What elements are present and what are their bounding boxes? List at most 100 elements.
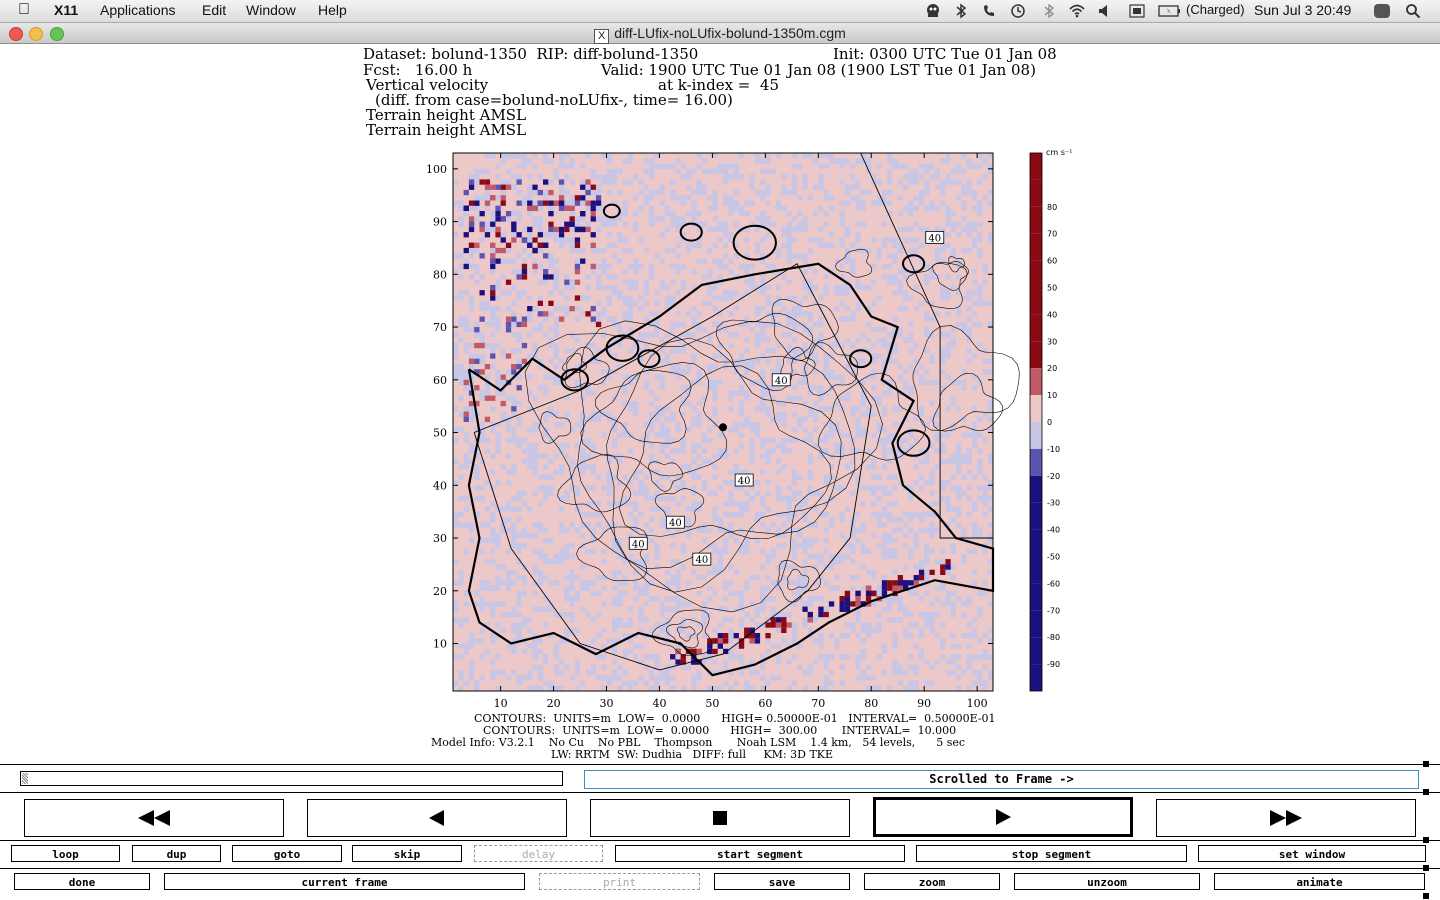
heatmap-cell [495, 258, 501, 264]
menu-edit[interactable]: Edit [202, 2, 226, 18]
heatmap-cell [627, 379, 633, 386]
keyboard-icon[interactable] [1129, 3, 1145, 19]
animate-button[interactable]: animate [1214, 873, 1425, 890]
heatmap-cell [521, 532, 528, 539]
goto-button[interactable]: goto [232, 845, 342, 862]
menu-clock[interactable]: Sun Jul 3 20:49 [1254, 2, 1351, 18]
heatmap-cell [463, 211, 469, 217]
heatmap-cell [966, 448, 972, 454]
heatmap-cell [897, 453, 903, 459]
heatmap-cell [490, 406, 496, 412]
heatmap-cell [950, 337, 956, 343]
ghost-icon[interactable] [925, 3, 941, 19]
frame-slider-thumb[interactable] [22, 773, 28, 784]
heatmap-cell [696, 369, 702, 375]
loop-button[interactable]: loop [11, 845, 120, 862]
resize-handle[interactable] [1423, 789, 1429, 795]
heatmap-cell [627, 311, 633, 317]
heatmap-cell [627, 348, 633, 354]
frame-slider[interactable] [20, 771, 563, 786]
time-machine-icon[interactable] [1010, 3, 1026, 19]
heatmap-cell [881, 580, 888, 586]
heatmap-cell [643, 168, 649, 175]
heatmap-cell [971, 290, 978, 296]
start-segment-button[interactable]: start segment [615, 845, 905, 862]
volume-icon[interactable] [1097, 3, 1113, 19]
skip-button[interactable]: skip [352, 845, 462, 862]
set-window-button[interactable]: set window [1198, 845, 1426, 862]
heatmap-cell [797, 311, 803, 317]
heatmap-cell [786, 253, 792, 259]
step-back-button[interactable] [307, 799, 567, 837]
resize-handle[interactable] [1423, 865, 1429, 871]
done-button[interactable]: done [14, 873, 150, 890]
user-icon[interactable] [1373, 3, 1391, 19]
heatmap-cell [765, 200, 771, 206]
bluetooth-icon[interactable] [953, 3, 969, 19]
play-button[interactable] [873, 797, 1133, 837]
heatmap-cell [564, 411, 570, 417]
heatmap-cell [633, 585, 639, 591]
heatmap-cell [484, 321, 491, 328]
heatmap-cell [813, 617, 819, 623]
heatmap-cell [574, 226, 581, 233]
heatmap-cell [813, 411, 819, 417]
heatmap-cell [601, 311, 607, 317]
heatmap-cell [770, 548, 776, 554]
heatmap-cell [860, 400, 866, 407]
heatmap-cell [590, 390, 596, 396]
print-button[interactable]: print [539, 873, 700, 890]
heatmap-cell [950, 485, 956, 491]
heatmap-cell [712, 511, 718, 517]
resize-handle[interactable] [1423, 837, 1429, 843]
heatmap-cell [468, 242, 475, 248]
heatmap-cell [500, 153, 506, 159]
phone-icon[interactable] [981, 3, 997, 19]
stop-segment-button[interactable]: stop segment [916, 845, 1187, 862]
heatmap-cell [802, 543, 808, 549]
heatmap-cell [453, 559, 459, 565]
heatmap-cell [654, 553, 660, 560]
fast-forward-button[interactable] [1156, 799, 1416, 837]
heatmap-cell [723, 538, 729, 544]
heatmap-cell [813, 638, 819, 644]
current-frame-button[interactable]: current frame [164, 873, 525, 890]
dup-button[interactable]: dup [132, 845, 221, 862]
menu-help[interactable]: Help [318, 2, 347, 18]
zoom-button[interactable]: zoom [864, 873, 1000, 890]
menu-window[interactable]: Window [246, 2, 296, 18]
menu-applications[interactable]: Applications [100, 2, 176, 18]
heatmap-cell [574, 295, 581, 301]
window-title-bar[interactable]: Xdiff-LUfix-noLUfix-bolund-1350m.cgm [0, 23, 1440, 44]
heatmap-cell [966, 247, 972, 254]
heatmap-cell [855, 654, 861, 660]
heatmap-cell [850, 548, 856, 554]
apple-menu-icon[interactable]:  [18, 1, 30, 19]
wifi-icon[interactable] [1069, 3, 1085, 19]
resize-handle[interactable] [1423, 893, 1429, 899]
heatmap-cell [818, 179, 824, 185]
heatmap-cell [945, 506, 951, 512]
save-button[interactable]: save [714, 873, 850, 890]
heatmap-cell [966, 453, 972, 459]
heatmap-cell [781, 332, 787, 338]
heatmap-cell [855, 675, 861, 681]
bluetooth-icon[interactable] [1041, 3, 1057, 19]
heatmap-cell [786, 237, 792, 243]
heatmap-cell [791, 237, 798, 243]
delay-button[interactable]: delay [474, 845, 603, 862]
resize-handle[interactable] [1423, 761, 1429, 767]
heatmap-cell [633, 221, 639, 227]
battery-icon[interactable] [1158, 3, 1182, 19]
unzoom-button[interactable]: unzoom [1014, 873, 1200, 890]
fast-rewind-button[interactable] [24, 799, 284, 837]
heatmap-cell [458, 685, 464, 691]
battery-status[interactable]: (Charged) [1186, 2, 1245, 17]
menu-app-name[interactable]: X11 [54, 2, 78, 18]
spotlight-icon[interactable] [1405, 3, 1421, 19]
heatmap-cell [987, 506, 993, 512]
stop-button[interactable] [590, 799, 850, 837]
heatmap-cell [453, 369, 459, 375]
heatmap-cell [760, 369, 766, 375]
heatmap-cell [707, 379, 713, 386]
